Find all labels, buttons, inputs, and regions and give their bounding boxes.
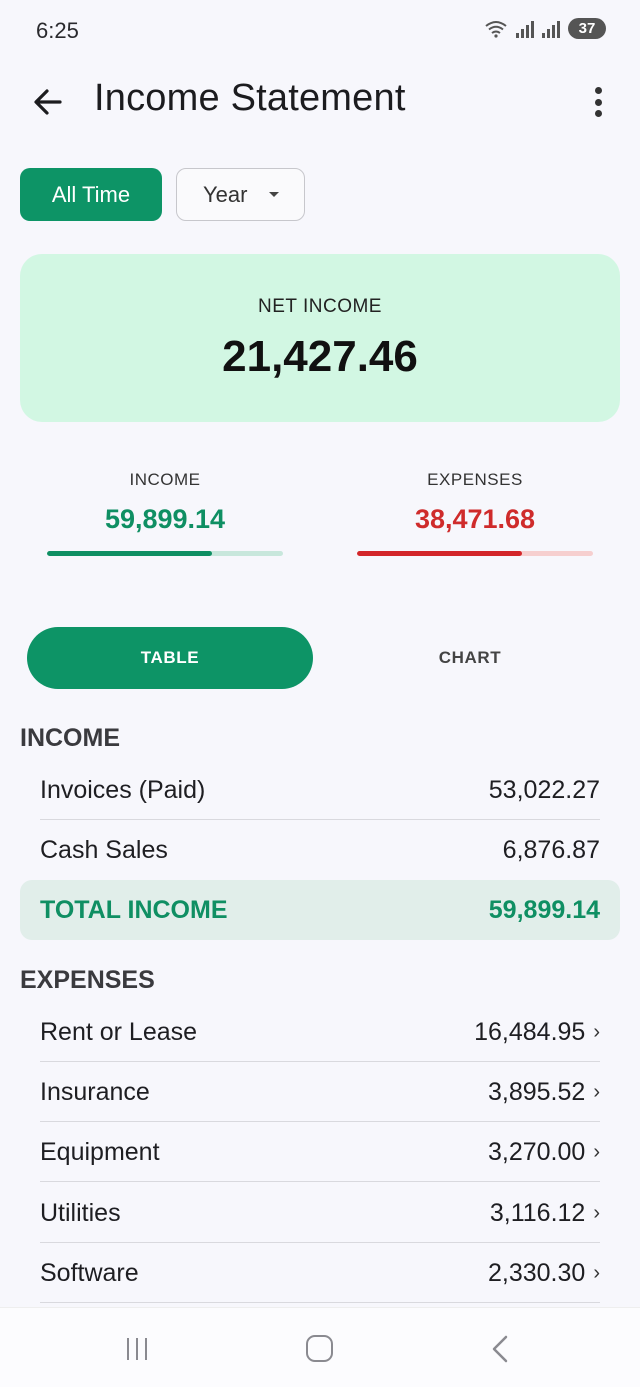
chevron-right-icon: › [593,1141,600,1163]
income-row: Invoices (Paid) 53,022.27 [20,760,620,820]
chevron-right-icon: › [593,1202,600,1224]
expenses-summary: EXPENSES 38,471.68 [357,470,593,556]
all-time-button[interactable]: All Time [20,168,162,221]
total-income-row: TOTAL INCOME 59,899.14 [20,880,620,940]
row-label: Insurance [40,1077,150,1106]
net-income-card: NET INCOME 21,427.46 [20,254,620,422]
status-time: 6:25 [36,18,79,43]
status-bar: 6:25 37 [0,0,640,62]
expense-row[interactable]: Rent or Lease 16,484.95 › [20,1002,620,1062]
total-income-value: 59,899.14 [488,895,600,924]
income-summary-label: INCOME [129,470,201,489]
status-icons: 37 [484,18,606,39]
period-dropdown-label: Year [203,181,248,207]
chevron-right-icon: › [593,1262,600,1284]
row-label: Invoices (Paid) [40,775,206,804]
home-icon[interactable] [306,1335,333,1362]
expenses-summary-value: 38,471.68 [414,504,536,534]
expense-row[interactable]: Equipment 3,270.00 › [20,1122,620,1182]
more-vert-icon[interactable] [586,84,610,120]
row-value: 16,484.95 [474,1017,586,1046]
income-section-title: INCOME [20,724,120,752]
row-value: 6,876.87 [502,835,600,864]
net-income-value: 21,427.46 [222,332,418,381]
row-value: 3,270.00 [488,1137,586,1166]
system-nav-bar [0,1307,640,1387]
total-income-label: TOTAL INCOME [40,895,228,924]
nav-back-icon[interactable] [490,1335,510,1363]
chevron-right-icon: › [593,1021,600,1043]
filter-row: All Time Year [20,168,305,221]
divider [40,1180,600,1182]
signal-icon [542,20,560,38]
row-value: 3,116.12 [489,1198,586,1227]
view-toggle: TABLE CHART [27,627,613,689]
net-income-label: NET INCOME [258,296,382,317]
income-progress-bar [47,551,283,556]
app-bar: Income Statement [0,62,640,142]
row-label: Rent or Lease [40,1017,198,1046]
chevron-right-icon: › [593,1081,600,1103]
expenses-section-title: EXPENSES [20,966,155,994]
expense-row[interactable]: Software 2,330.30 › [20,1243,620,1303]
row-value: 2,330.30 [488,1258,586,1287]
tab-chart[interactable]: CHART [327,627,613,689]
income-summary-value: 59,899.14 [104,504,226,534]
period-dropdown[interactable]: Year [176,168,305,221]
page-title: Income Statement [94,77,406,119]
row-label: Equipment [40,1137,160,1166]
income-row: Cash Sales 6,876.87 [20,820,620,880]
expenses-progress-bar [357,551,593,556]
row-label: Cash Sales [40,835,168,864]
dropdown-caret-icon [269,192,280,197]
battery-icon: 37 [568,18,606,39]
expense-row[interactable]: Utilities 3,116.12 › [20,1183,620,1243]
expense-row[interactable]: Insurance 3,895.52 › [20,1062,620,1122]
expenses-summary-label: EXPENSES [427,470,523,489]
row-label: Software [40,1258,139,1287]
tab-table[interactable]: TABLE [27,627,313,689]
income-progress-fill [47,551,213,556]
income-summary: INCOME 59,899.14 [47,470,283,556]
divider [40,1301,600,1303]
wifi-icon [485,20,507,38]
row-value: 3,895.52 [488,1077,586,1106]
summary: INCOME 59,899.14 EXPENSES 38,471.68 [0,470,640,570]
expenses-progress-fill [357,551,523,556]
row-label: Utilities [40,1198,121,1227]
back-arrow-icon[interactable] [28,82,68,122]
signal-icon [516,20,534,38]
recent-apps-icon[interactable] [127,1338,147,1360]
row-value: 53,022.27 [488,775,600,804]
